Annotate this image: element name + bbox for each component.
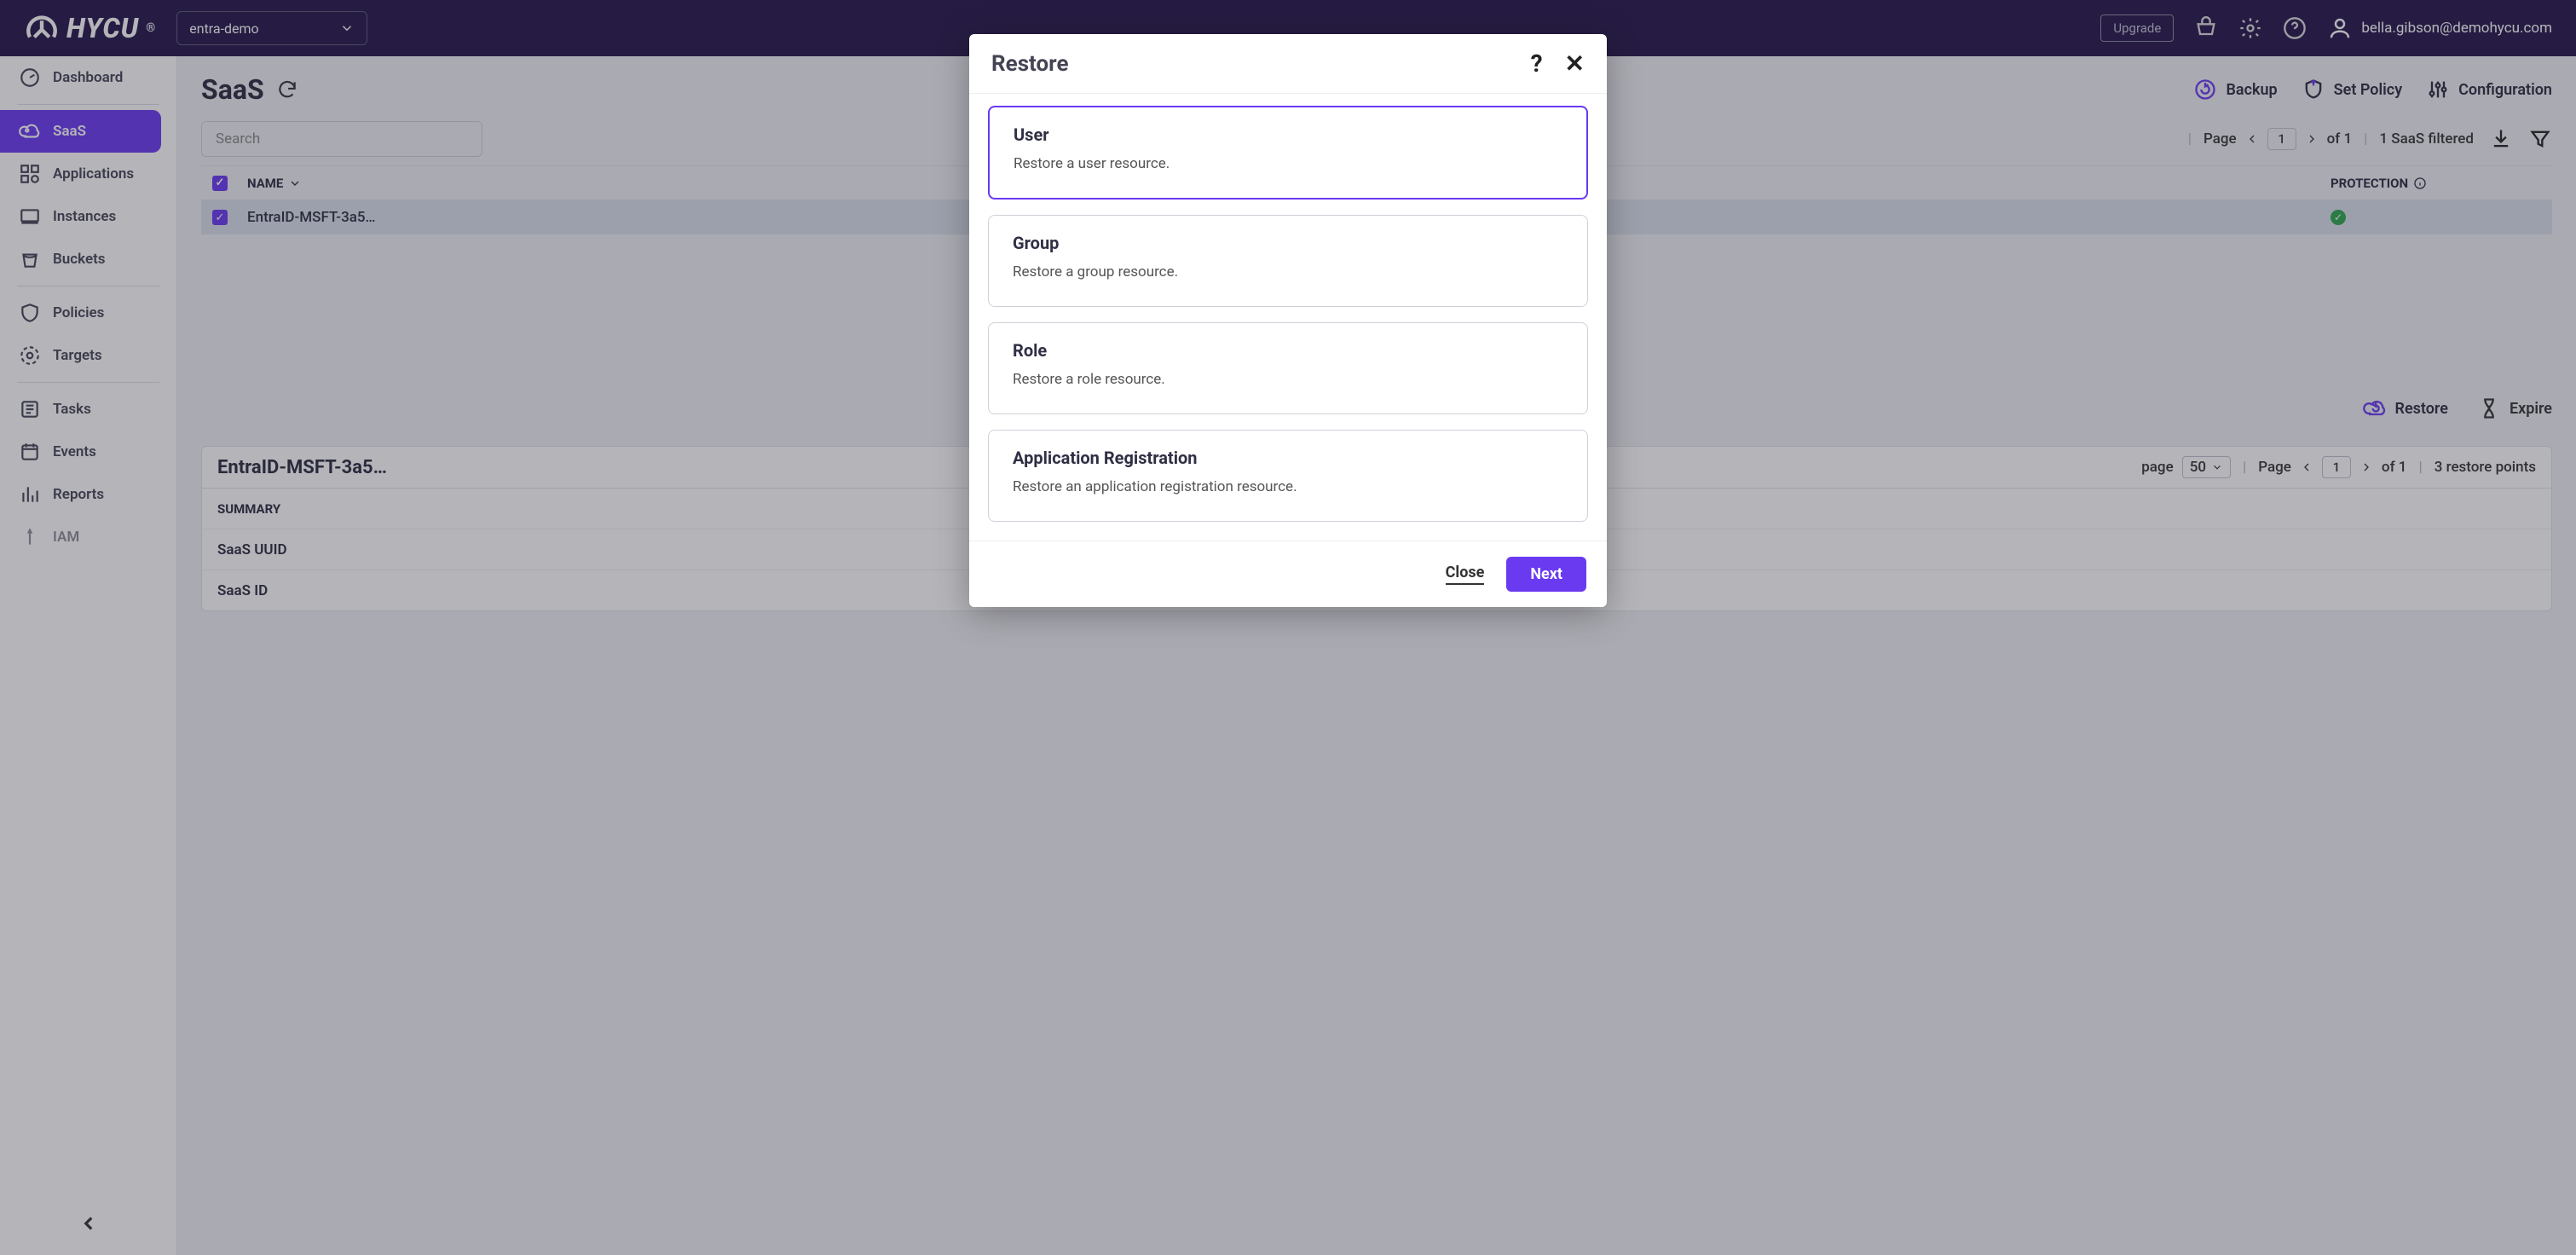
restore-option-role[interactable]: Role Restore a role resource. (988, 322, 1588, 414)
restore-option-user[interactable]: User Restore a user resource. (988, 106, 1588, 200)
option-desc: Restore a user resource. (1014, 155, 1562, 172)
restore-modal: Restore ? ✕ User Restore a user resource… (969, 34, 1607, 607)
app-root: HYCU® entra-demo Upgrade bella.gibson@de… (0, 0, 2576, 1255)
modal-footer: Close Next (969, 541, 1607, 607)
modal-close-icon[interactable]: ✕ (1565, 49, 1585, 78)
modal-overlay: Restore ? ✕ User Restore a user resource… (0, 0, 2576, 1255)
option-title: Role (1013, 340, 1563, 361)
modal-body: User Restore a user resource. Group Rest… (969, 94, 1607, 541)
modal-next-button[interactable]: Next (1506, 557, 1586, 592)
modal-title: Restore (991, 51, 1069, 77)
option-title: Group (1013, 233, 1563, 253)
option-title: Application Registration (1013, 448, 1563, 468)
restore-option-group[interactable]: Group Restore a group resource. (988, 215, 1588, 307)
modal-header: Restore ? ✕ (969, 34, 1607, 94)
restore-option-app-registration[interactable]: Application Registration Restore an appl… (988, 430, 1588, 522)
option-desc: Restore a role resource. (1013, 371, 1563, 388)
modal-close-button[interactable]: Close (1446, 564, 1485, 585)
option-desc: Restore a group resource. (1013, 263, 1563, 280)
modal-help-icon[interactable]: ? (1531, 49, 1543, 78)
option-desc: Restore an application registration reso… (1013, 478, 1563, 495)
option-title: User (1014, 124, 1562, 145)
